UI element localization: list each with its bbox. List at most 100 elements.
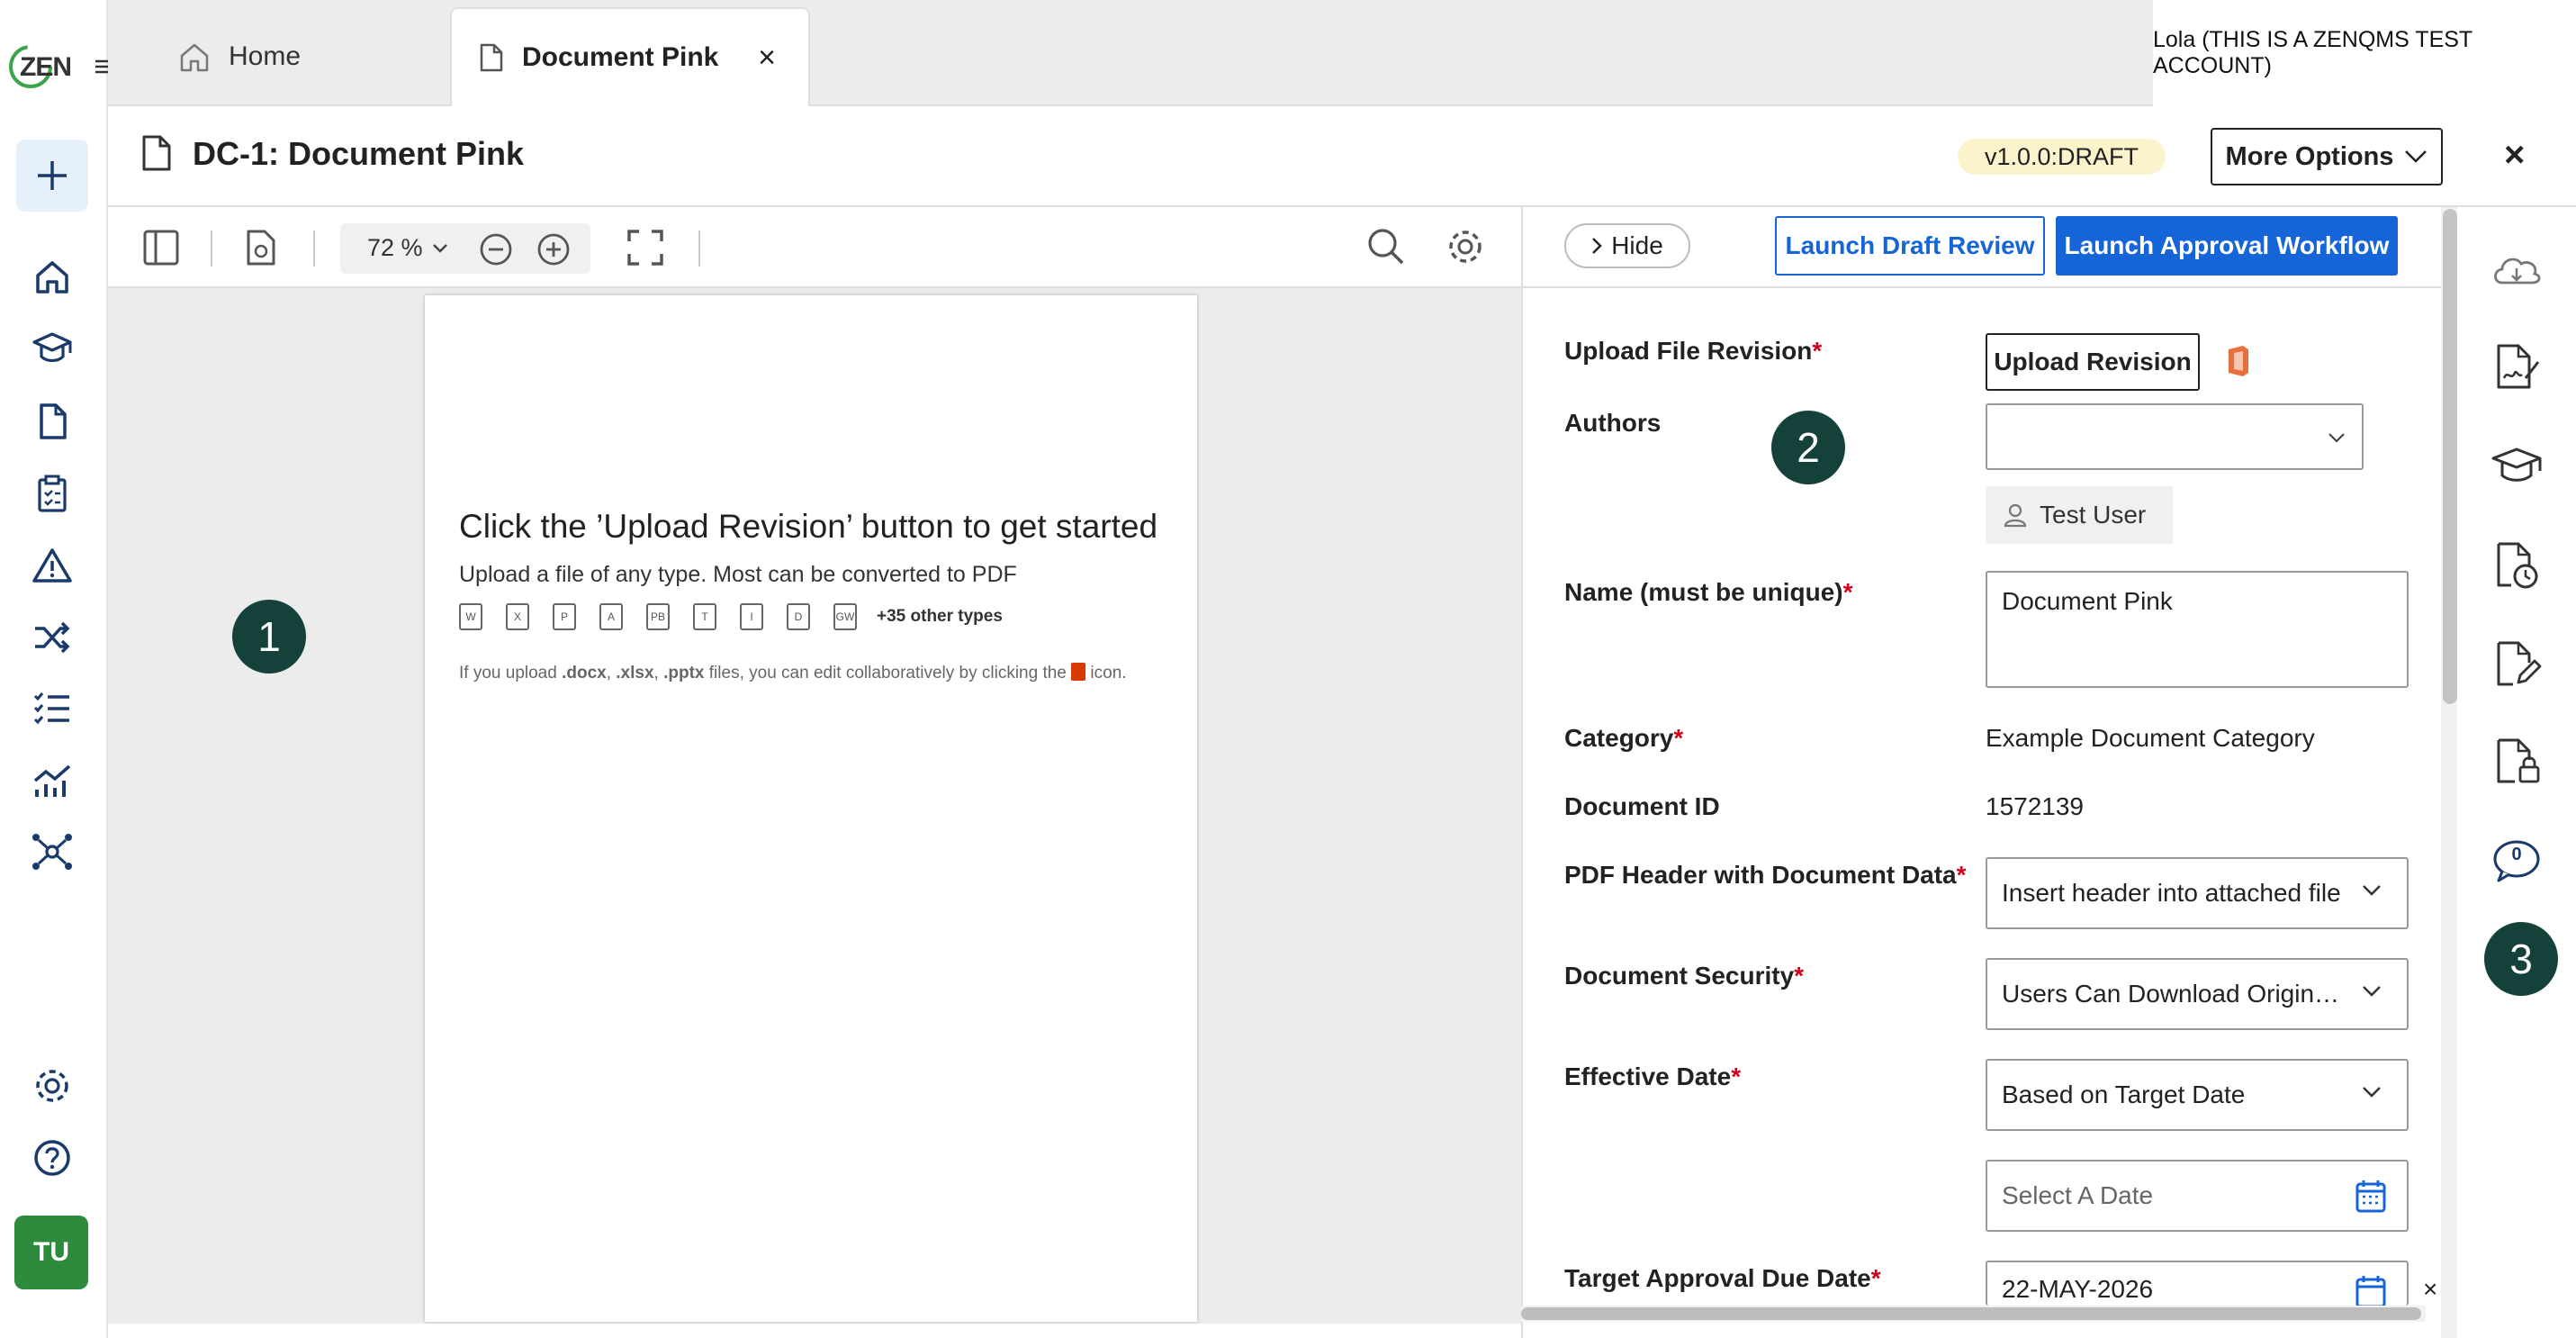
chevron-down-icon: [2328, 432, 2346, 443]
warning-icon[interactable]: [25, 538, 79, 592]
chevron-down-icon[interactable]: [432, 243, 448, 254]
document-id-label: Document ID: [1564, 792, 1720, 820]
tab-close-icon[interactable]: ×: [758, 41, 776, 76]
calendar-icon[interactable]: [2355, 1178, 2387, 1214]
document-header: DC-1: Document Pink v1.0.0:DRAFT More Op…: [108, 106, 2576, 207]
document-history-icon[interactable]: [2488, 537, 2545, 594]
zoom-in-icon[interactable]: [536, 232, 571, 267]
tab-home-label: Home: [229, 41, 302, 71]
horizontal-scrollbar-thumb[interactable]: [1521, 1307, 2421, 1320]
logo-text: ZEN: [20, 52, 72, 82]
analytics-icon[interactable]: [25, 753, 79, 807]
panel-scrollbar[interactable]: [2441, 207, 2459, 1338]
office-icon[interactable]: [2225, 344, 2252, 378]
category-value: Example Document Category: [1986, 724, 2315, 752]
publisher-file-icon: PB: [646, 603, 670, 630]
launch-draft-review-button[interactable]: Launch Draft Review: [1775, 216, 2045, 276]
signature-document-icon[interactable]: [2488, 339, 2545, 396]
comments-count: 0: [2511, 845, 2522, 864]
document-properties-icon[interactable]: [245, 229, 279, 267]
more-options-button[interactable]: More Options: [2211, 128, 2443, 185]
pptx-extension: .pptx: [663, 664, 705, 683]
viewer-settings-icon[interactable]: [1446, 227, 1485, 267]
edit-document-icon[interactable]: [2488, 636, 2545, 693]
right-action-rail: 0 3: [2457, 207, 2576, 1338]
pdf-header-select[interactable]: Insert header into attached file: [1986, 857, 2409, 929]
other-types-label: +35 other types: [877, 607, 1003, 626]
pdf-header-value: Insert header into attached file: [2002, 879, 2341, 907]
fullscreen-icon[interactable]: [626, 229, 664, 267]
author-chip[interactable]: Test User: [1986, 486, 2173, 544]
effective-date-picker[interactable]: Select A Date: [1986, 1160, 2409, 1232]
note-text: icon.: [1085, 664, 1127, 683]
drawing-file-icon: D: [787, 603, 810, 630]
target-approval-date-picker[interactable]: 22-MAY-2026: [1986, 1261, 2409, 1309]
toolbar-divider: [211, 231, 212, 267]
powerpoint-file-icon: P: [553, 603, 576, 630]
authors-select[interactable]: [1986, 403, 2364, 470]
excel-file-icon: X: [506, 603, 529, 630]
shuffle-icon[interactable]: [25, 610, 79, 664]
more-options-label: More Options: [2225, 141, 2394, 171]
office-icon: [1071, 663, 1086, 681]
toolbar-divider: [698, 231, 700, 267]
panel-toolbar: Hide Launch Draft Review Launch Approval…: [1523, 207, 2459, 288]
home-icon[interactable]: [25, 250, 79, 304]
upload-prompt-subheading: Upload a file of any type. Most can be c…: [459, 562, 1017, 587]
training-icon[interactable]: [2488, 438, 2545, 495]
tab-home[interactable]: Home: [178, 7, 403, 106]
training-icon[interactable]: [25, 322, 79, 376]
chevron-down-icon: [2362, 1086, 2382, 1098]
note-text: files, you can edit collaboratively by c…: [704, 664, 1072, 683]
upload-revision-button[interactable]: Upload Revision: [1986, 333, 2200, 391]
document-tab-icon: [479, 42, 504, 73]
comments-icon[interactable]: 0: [2488, 832, 2545, 890]
effective-date-value: Based on Target Date: [2002, 1080, 2246, 1108]
document-name-input[interactable]: Document Pink: [1986, 571, 2409, 688]
step-marker-2: 2: [1771, 411, 1845, 484]
zen-logo[interactable]: ZEN: [5, 40, 74, 94]
home-tab-icon: [178, 41, 211, 72]
settings-icon[interactable]: [25, 1059, 79, 1113]
horizontal-scrollbar[interactable]: [1521, 1306, 2426, 1322]
calendar-icon[interactable]: [2355, 1273, 2387, 1309]
text-file-icon: T: [693, 603, 716, 630]
locked-document-icon[interactable]: [2488, 733, 2545, 791]
date-placeholder: Select A Date: [2002, 1181, 2154, 1209]
docx-extension: .docx: [562, 664, 607, 683]
help-icon[interactable]: [25, 1131, 79, 1185]
network-icon[interactable]: [25, 825, 79, 879]
hide-label: Hide: [1611, 231, 1663, 259]
effective-date-select[interactable]: Based on Target Date: [1986, 1059, 2409, 1131]
search-icon[interactable]: [1366, 227, 1406, 267]
note-separator: ,: [653, 664, 664, 683]
chevron-right-icon: [1591, 237, 1602, 255]
clear-date-icon[interactable]: ×: [2423, 1275, 2437, 1304]
add-button[interactable]: [16, 140, 88, 212]
document-id-value: 1572139: [1986, 792, 2085, 820]
tab-bar: Home Document Pink × Lola (THIS IS A ZEN…: [108, 0, 2576, 106]
close-document-icon[interactable]: ×: [2504, 135, 2525, 176]
toolbar-divider: [313, 231, 315, 267]
step-marker-3: 3: [2484, 922, 2558, 996]
panel-scrollbar-thumb[interactable]: [2443, 209, 2457, 704]
hide-panel-button[interactable]: Hide: [1564, 223, 1690, 268]
tab-document-pink[interactable]: Document Pink ×: [450, 7, 810, 106]
launch-approval-workflow-button[interactable]: Launch Approval Workflow: [2056, 216, 2398, 276]
image-file-icon: I: [740, 603, 763, 630]
user-account-name[interactable]: Lola (THIS IS A ZENQMS TEST ACCOUNT): [2153, 0, 2576, 106]
sidebar-toggle-icon[interactable]: [142, 229, 180, 267]
user-avatar[interactable]: TU: [14, 1216, 88, 1289]
zoom-out-icon[interactable]: [479, 232, 513, 267]
documents-icon[interactable]: [25, 394, 79, 448]
other-file-icon: GW: [833, 603, 857, 630]
target-approval-due-date-label: Target Approval Due Date*: [1564, 1264, 1881, 1292]
task-list-icon[interactable]: [25, 681, 79, 735]
chevron-down-icon: [2362, 884, 2382, 897]
checklist-icon[interactable]: [25, 466, 79, 520]
target-approval-date-value: 22-MAY-2026: [2002, 1275, 2154, 1303]
document-security-select[interactable]: Users Can Download Origina...: [1986, 958, 2409, 1030]
zoom-select[interactable]: 72 %: [367, 234, 423, 262]
document-page: Click the ’Upload Revision’ button to ge…: [425, 295, 1197, 1322]
cloud-download-icon[interactable]: [2488, 241, 2545, 299]
